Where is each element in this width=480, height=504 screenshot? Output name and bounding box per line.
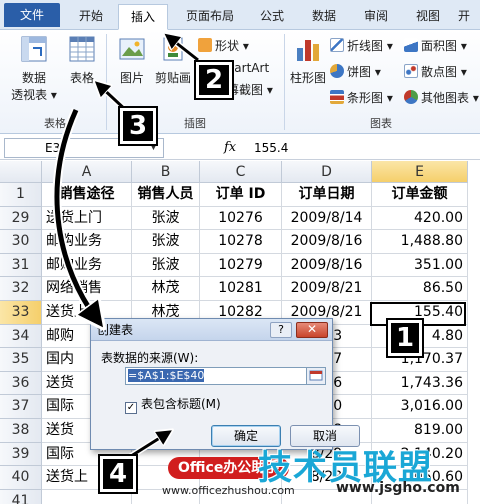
watermark-brand-url: www.jsgho.com	[336, 480, 460, 496]
instruction-arrows	[52, 0, 200, 461]
step-4-marker: 4	[98, 454, 138, 494]
step-3-marker: 3	[118, 106, 158, 146]
step-2-marker: 2	[194, 60, 234, 100]
step-1-marker: 1	[386, 318, 424, 358]
